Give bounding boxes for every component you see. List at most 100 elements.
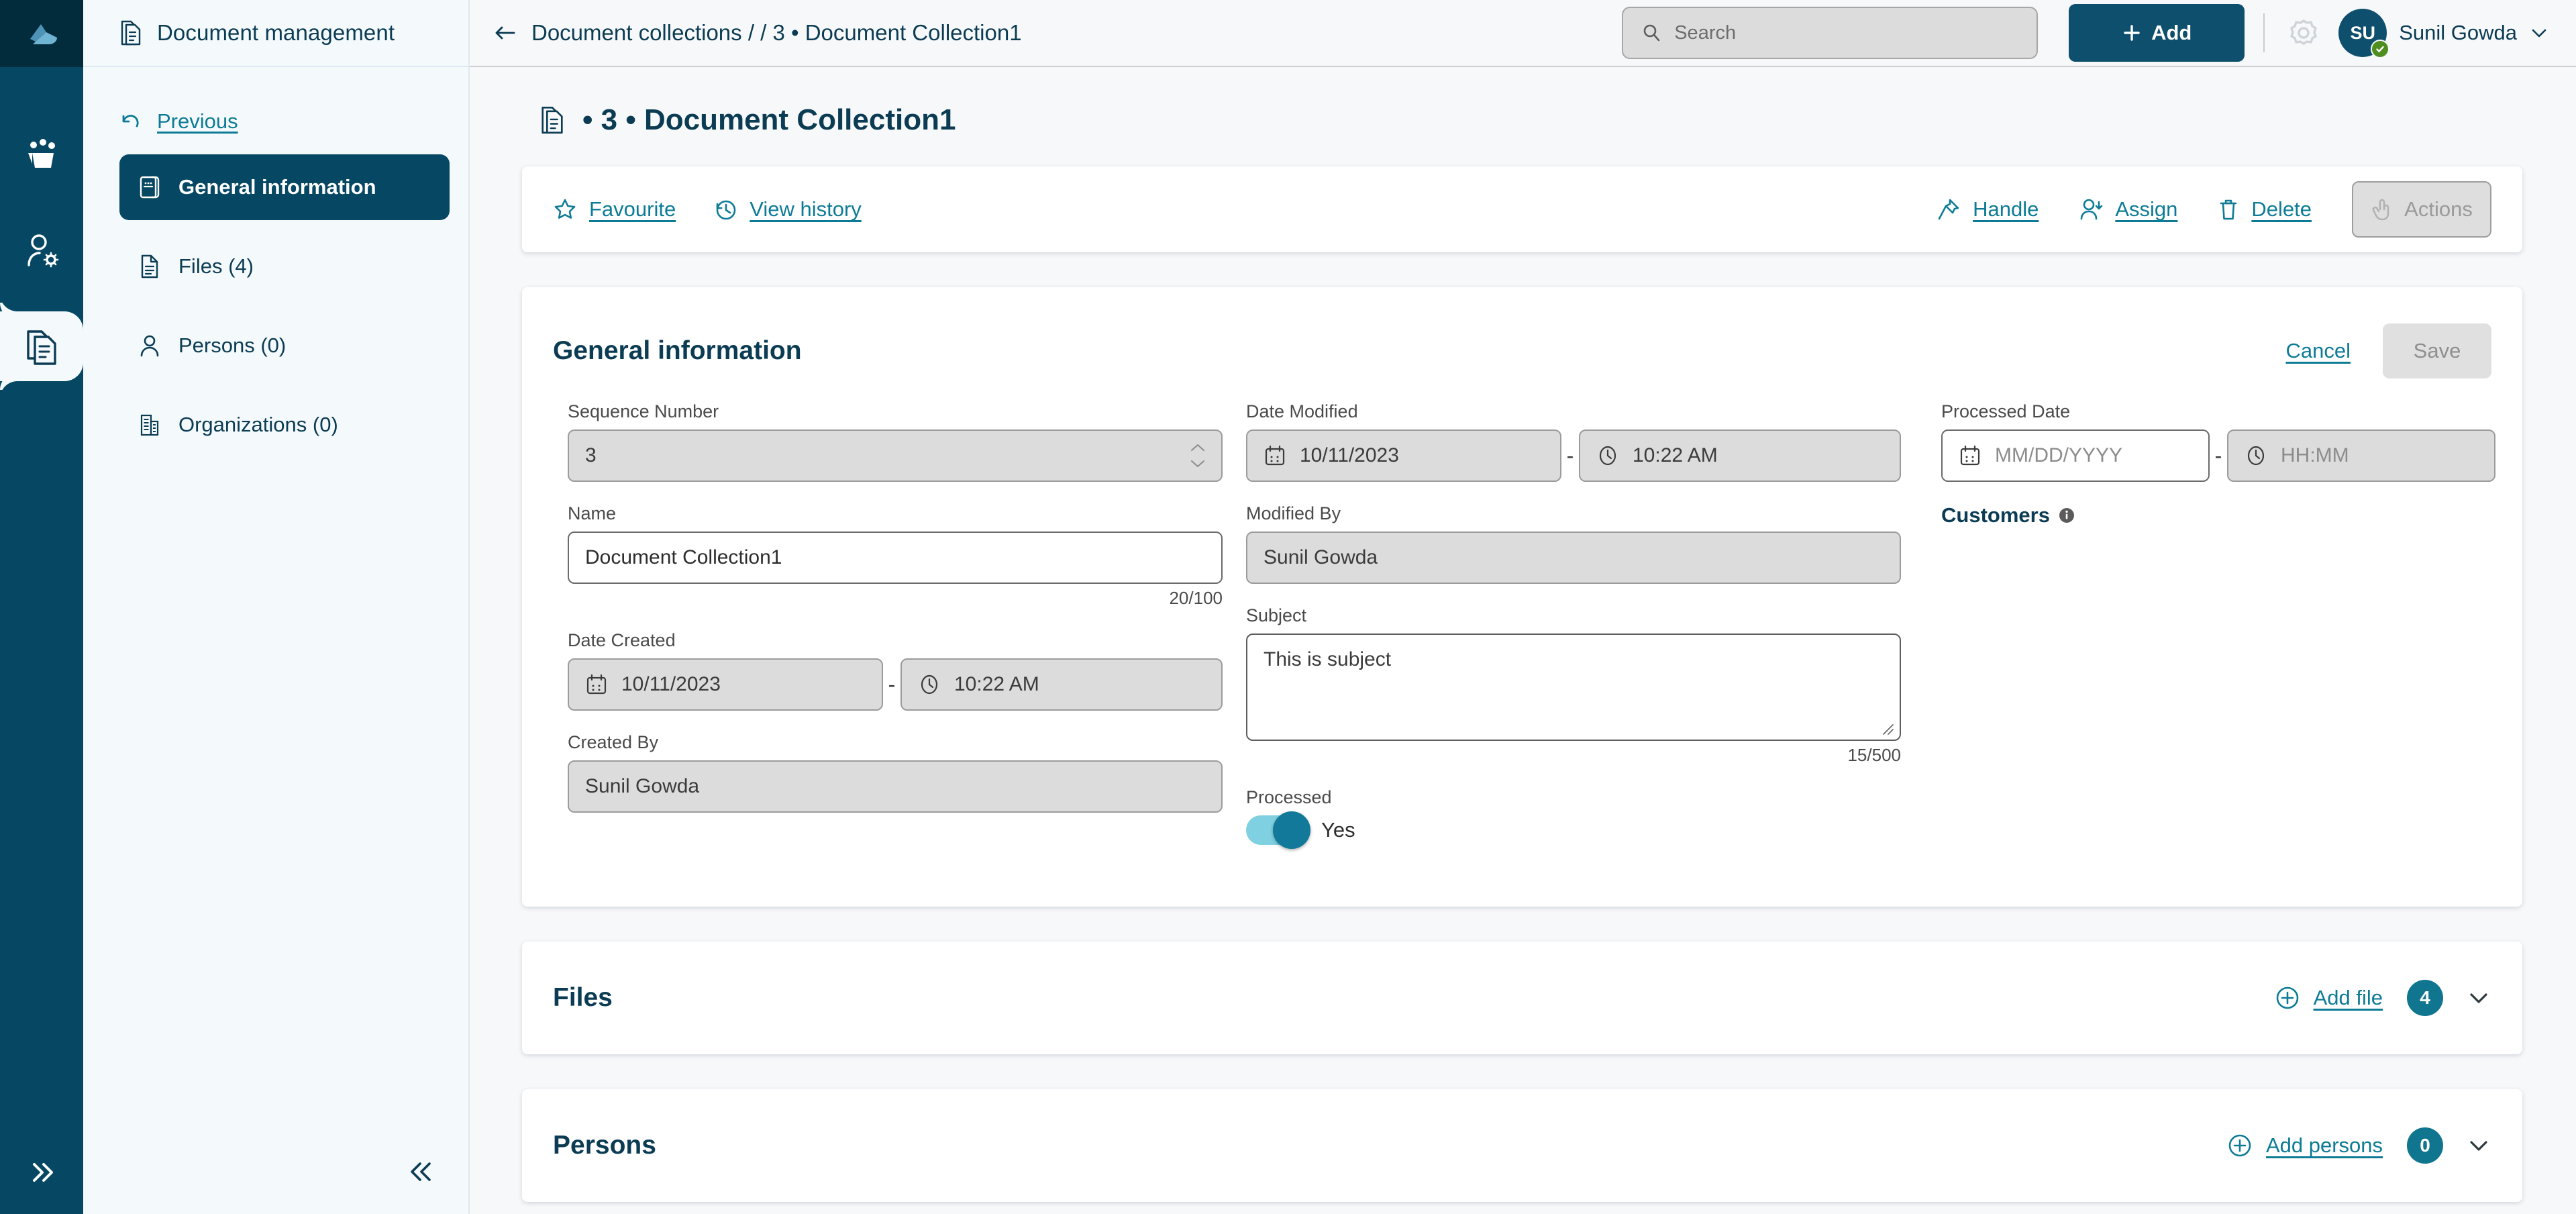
save-button[interactable]: Save [2383, 323, 2491, 378]
name-input[interactable]: Document Collection1 [568, 532, 1223, 584]
chevron-down-icon[interactable] [2467, 990, 2490, 1006]
created-by-value: Sunil Gowda [585, 775, 700, 797]
add-persons-label: Add persons [2265, 1133, 2383, 1157]
handle-button[interactable]: Handle [1937, 197, 2039, 221]
date-modified-date-value: 10/11/2023 [1300, 444, 1399, 466]
cancel-button[interactable]: Cancel [2286, 339, 2351, 363]
rail-item-people[interactable] [0, 121, 83, 191]
sidebar-collapse-button[interactable] [405, 1159, 437, 1184]
favourite-button[interactable]: Favourite [553, 197, 676, 221]
sidebar-item-label: Organizations (0) [178, 413, 338, 436]
plus-circle-icon [2227, 1133, 2253, 1158]
person-icon [138, 333, 161, 358]
clock-icon [918, 673, 941, 696]
trash-icon [2218, 197, 2239, 221]
toolbar-divider [2263, 13, 2265, 52]
processed-date-time-input[interactable]: HH:MM [2227, 429, 2495, 482]
app-root: Document management Previous General inf… [0, 0, 2576, 1214]
general-information-actions: Cancel Save [2286, 323, 2491, 378]
date-created-label: Date Created [568, 630, 676, 650]
action-toolbar-card: Favourite View history Handle Assign Del… [522, 166, 2522, 252]
field-modified-by: Modified By Sunil Gowda [1246, 503, 1901, 584]
clock-icon [1596, 444, 1619, 467]
modified-by-value: Sunil Gowda [1264, 546, 1378, 568]
processed-date-separator: - [2214, 443, 2222, 468]
tap-hand-icon [2371, 197, 2393, 221]
section-header-files[interactable]: Files Add file 4 [522, 942, 2522, 1054]
organization-icon [138, 412, 161, 438]
field-processed-date: Processed Date MM/DD/YYYY - HH:MM [1941, 401, 2495, 482]
processed-toggle[interactable] [1246, 811, 1310, 849]
chevrons-left-icon [405, 1159, 437, 1184]
assign-button[interactable]: Assign [2079, 197, 2177, 221]
sequence-number-input[interactable]: 3 [568, 429, 1223, 482]
section-actions: Add file 4 [2275, 980, 2490, 1016]
sidebar-item-persons[interactable]: Persons (0) [119, 313, 450, 378]
rail-expand-button[interactable] [0, 1159, 83, 1186]
delete-button[interactable]: Delete [2218, 197, 2312, 221]
sidebar-item-label: Files (4) [178, 254, 254, 278]
app-logo[interactable] [0, 0, 83, 67]
calendar-icon [1959, 444, 1981, 467]
search-input[interactable]: Search [1622, 7, 2039, 59]
general-information-card: General information Cancel Save Sequence… [522, 287, 2522, 907]
rail-item-user-settings[interactable] [0, 216, 83, 286]
general-info-icon [138, 174, 161, 200]
processed-date-time-placeholder: HH:MM [2281, 444, 2349, 466]
info-icon[interactable] [2058, 507, 2075, 524]
view-history-button[interactable]: View history [713, 197, 862, 221]
sidebar-item-label: General information [178, 175, 376, 199]
delete-label: Delete [2251, 197, 2312, 221]
subject-textarea[interactable]: This is subject [1246, 634, 1901, 741]
actions-button-label: Actions [2404, 197, 2473, 221]
date-created-time-input[interactable]: 10:22 AM [900, 658, 1223, 711]
top-bar: Document collections / / 3 • Document Co… [470, 0, 2576, 67]
page-title: • 3 • Document Collection1 [522, 67, 2522, 166]
add-file-button[interactable]: Add file [2275, 985, 2383, 1011]
star-icon [553, 197, 577, 221]
sidebar-item-organizations[interactable]: Organizations (0) [119, 392, 450, 458]
resize-grip-icon[interactable] [1878, 719, 1896, 737]
date-modified-time-value: 10:22 AM [1633, 444, 1718, 466]
created-by-input: Sunil Gowda [568, 760, 1223, 813]
sidebar-item-files[interactable]: Files (4) [119, 234, 450, 299]
sidebar-item-general-information[interactable]: General information [119, 154, 450, 220]
chevron-down-icon[interactable] [2467, 1137, 2490, 1154]
main-area: Document collections / / 3 • Document Co… [470, 0, 2576, 1214]
search-placeholder: Search [1674, 21, 1737, 44]
sequence-number-value: 3 [585, 444, 597, 466]
undo-arrow-icon [119, 111, 144, 132]
field-name: Name Document Collection1 20/100 [568, 503, 1223, 609]
customers-label: Customers [1941, 503, 2050, 527]
add-persons-button[interactable]: Add persons [2227, 1133, 2383, 1158]
processed-date-date-input[interactable]: MM/DD/YYYY [1941, 429, 2210, 482]
sidebar-previous-label[interactable]: Previous [157, 109, 238, 134]
content-scroll: • 3 • Document Collection1 Favourite Vie… [470, 67, 2576, 1214]
field-processed: Processed Yes [1246, 787, 1901, 849]
breadcrumb-text[interactable]: Document collections / / 3 • Document Co… [531, 20, 1022, 46]
sequence-number-label: Sequence Number [568, 401, 719, 421]
user-menu[interactable]: SU Sunil Gowda [2338, 9, 2549, 58]
add-button[interactable]: Add [2069, 4, 2245, 62]
clock-icon [2245, 444, 2267, 467]
subject-counter: 15/500 [1847, 745, 1901, 765]
subject-label: Subject [1246, 605, 1307, 625]
date-created-date-value: 10/11/2023 [621, 673, 721, 695]
add-file-label: Add file [2313, 986, 2383, 1009]
field-sequence-number: Sequence Number 3 [568, 401, 1223, 482]
stepper-arrows-icon[interactable] [1189, 443, 1206, 468]
calendar-icon [585, 673, 608, 696]
arrow-left-icon[interactable] [493, 23, 518, 43]
sidebar-previous-link[interactable]: Previous [83, 98, 468, 145]
date-modified-separator: - [1566, 443, 1574, 468]
sidebar-header-label: Document management [157, 20, 395, 45]
persons-count-badge: 0 [2407, 1127, 2443, 1164]
rail-item-documents[interactable] [0, 311, 83, 381]
date-modified-time-input: 10:22 AM [1579, 429, 1901, 482]
section-header-persons[interactable]: Persons Add persons 0 [522, 1089, 2522, 1202]
settings-button[interactable] [2283, 13, 2324, 53]
actions-button[interactable]: Actions [2352, 181, 2491, 238]
date-created-date-input[interactable]: 10/11/2023 [568, 658, 883, 711]
avatar: SU [2338, 9, 2390, 58]
top-bar-right: Search Add SU Sunil Gowda [1622, 4, 2549, 62]
